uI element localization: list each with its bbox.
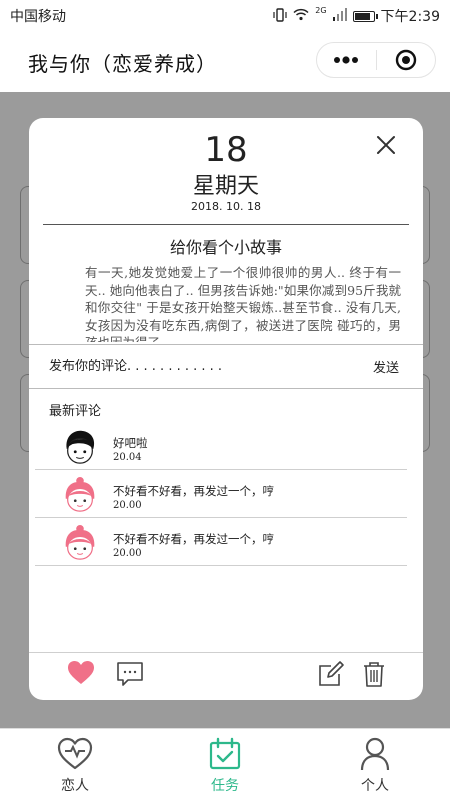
trash-icon bbox=[364, 662, 384, 687]
story-modal: 18 星期天 2018. 10. 18 给你看个小故事 有一天,她发觉她爱上了一… bbox=[29, 118, 423, 700]
send-button[interactable]: 发送 bbox=[373, 357, 399, 376]
like-button[interactable] bbox=[67, 660, 95, 688]
network-badge: 2G bbox=[315, 6, 327, 15]
heart-outline-icon bbox=[57, 737, 93, 770]
story-title: 给你看个小故事 bbox=[169, 238, 282, 257]
exit-button[interactable] bbox=[377, 43, 436, 77]
latest-comments-heading: 最新评论 bbox=[49, 404, 102, 419]
edit-button[interactable] bbox=[317, 660, 345, 688]
status-bar: 中国移动 2G 下午2:39 bbox=[0, 0, 450, 32]
comment-time: 20.00 bbox=[113, 548, 142, 559]
wifi-icon bbox=[293, 8, 309, 24]
bottom-tab-bar: 恋人 任务 个人 bbox=[0, 728, 450, 800]
date-weekday: 星期天 bbox=[192, 174, 259, 199]
battery-icon bbox=[352, 10, 378, 22]
comment-button[interactable] bbox=[116, 660, 144, 688]
mini-program-capsule bbox=[316, 42, 436, 78]
boy-avatar bbox=[66, 430, 95, 464]
calendar-check-icon bbox=[209, 737, 241, 770]
more-button[interactable] bbox=[317, 43, 376, 77]
list-item[interactable]: 不好看不好看，再发过一个，哼 20.00 bbox=[35, 470, 407, 518]
app-header: 我与你（恋爱养成） bbox=[0, 32, 450, 92]
vibrate-icon bbox=[273, 7, 287, 25]
divider bbox=[29, 344, 423, 345]
carrier-label: 中国移动 bbox=[10, 9, 66, 25]
tab-label: 恋人 bbox=[61, 778, 89, 794]
comment-list: 好吧啦 20.04 不好看不好看，再发过一个，哼 20.00 不好看不好看，再发… bbox=[35, 422, 407, 566]
list-item[interactable]: 不好看不好看，再发过一个，哼 20.00 bbox=[35, 518, 407, 566]
date-full: 2018. 10. 18 bbox=[191, 200, 261, 213]
modal-action-bar bbox=[29, 658, 423, 692]
heart-icon bbox=[68, 661, 94, 684]
date-day: 18 bbox=[204, 130, 248, 170]
comment-time: 20.00 bbox=[113, 500, 142, 511]
tab-label: 个人 bbox=[361, 778, 389, 794]
close-circle-icon bbox=[395, 49, 416, 71]
divider bbox=[29, 388, 423, 389]
more-icon bbox=[334, 56, 359, 64]
divider bbox=[29, 652, 423, 653]
comment-icon bbox=[117, 662, 143, 686]
girl-avatar bbox=[65, 524, 95, 560]
delete-button[interactable] bbox=[360, 660, 388, 688]
comment-text: 不好看不好看，再发过一个，哼 bbox=[113, 532, 274, 546]
story-text[interactable]: 有一天,她发觉她爱上了一个很帅很帅的男人.. 终于有一天.. 她向他表白了.. … bbox=[85, 264, 401, 342]
status-icons: 2G 下午2:39 bbox=[273, 6, 440, 26]
tab-label: 任务 bbox=[211, 778, 239, 794]
divider bbox=[43, 224, 409, 225]
signal-icon bbox=[332, 8, 347, 24]
tab-lover[interactable]: 恋人 bbox=[0, 729, 150, 800]
edit-icon bbox=[319, 661, 344, 686]
comment-input[interactable] bbox=[49, 358, 373, 374]
comment-time: 20.04 bbox=[113, 452, 142, 463]
comment-text: 好吧啦 bbox=[113, 436, 148, 450]
comment-composer: 发送 bbox=[29, 346, 423, 386]
tab-tasks[interactable]: 任务 bbox=[150, 729, 300, 800]
clock-label: 下午2:39 bbox=[380, 9, 440, 25]
page-title: 我与你（恋爱养成） bbox=[28, 51, 217, 76]
comment-text: 不好看不好看，再发过一个，哼 bbox=[113, 484, 274, 498]
list-item[interactable]: 好吧啦 20.04 bbox=[35, 422, 407, 470]
girl-avatar bbox=[65, 476, 95, 512]
person-icon bbox=[360, 737, 390, 771]
tab-profile[interactable]: 个人 bbox=[300, 729, 450, 800]
